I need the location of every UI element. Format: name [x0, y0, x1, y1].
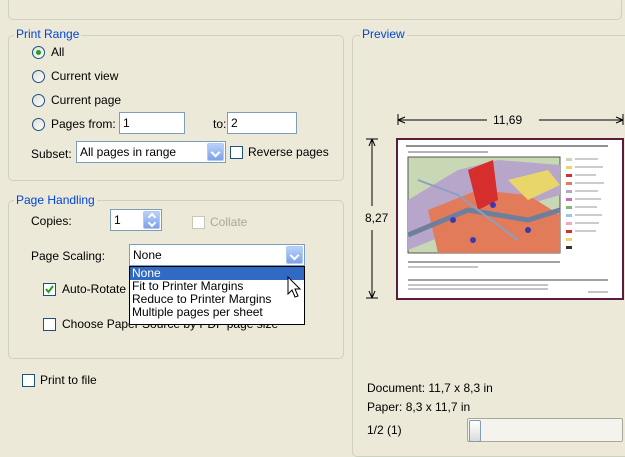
copies-value: 1	[114, 213, 121, 227]
preview-title: Preview	[360, 27, 407, 41]
page-scaling-select[interactable]: None	[129, 244, 305, 266]
radio-all-label[interactable]: All	[51, 45, 64, 59]
radio-current-page-label[interactable]: Current page	[51, 93, 121, 107]
collate-checkbox[interactable]	[192, 216, 205, 229]
copies-spinner[interactable]	[143, 211, 160, 229]
subset-label: Subset:	[31, 147, 72, 161]
print-range-title: Print Range	[14, 27, 82, 41]
subset-dropdown-button[interactable]	[207, 143, 224, 161]
page-scaling-dropdown-button[interactable]	[286, 246, 303, 264]
choose-paper-checkbox[interactable]	[43, 318, 56, 331]
radio-current-page[interactable]	[32, 94, 45, 107]
radio-all[interactable]	[32, 46, 45, 59]
radio-pages[interactable]	[32, 118, 45, 131]
pages-from-input[interactable]: 1	[119, 112, 185, 134]
page-scaling-dropdown-list[interactable]: None Fit to Printer Margins Reduce to Pr…	[129, 266, 305, 325]
document-size-text: Document: 11,7 x 8,3 in	[367, 381, 493, 395]
collate-label: Collate	[210, 215, 248, 229]
map-thumbnail-image	[406, 145, 608, 293]
scaling-option[interactable]: Multiple pages per sheet	[130, 306, 304, 319]
radio-pages-label[interactable]: Pages from:	[51, 117, 116, 131]
upper-group-border	[8, 0, 622, 20]
pages-to-input[interactable]: 2	[227, 112, 297, 134]
radio-current-view[interactable]	[32, 70, 45, 83]
page-preview	[396, 138, 624, 300]
print-to-file-checkbox[interactable]	[22, 374, 35, 387]
page-slider-track[interactable]	[467, 418, 623, 442]
print-to-file-label[interactable]: Print to file	[40, 373, 97, 387]
auto-rotate-label[interactable]: Auto-Rotate	[62, 282, 126, 296]
width-dimension-label: 11,69	[493, 113, 523, 127]
mouse-cursor-icon	[287, 276, 302, 298]
pages-to-label: to:	[213, 117, 227, 131]
page-indicator-text: 1/2 (1)	[367, 423, 402, 437]
subset-value: All pages in range	[80, 145, 177, 159]
paper-size-text: Paper: 8,3 x 11,7 in	[367, 400, 471, 414]
radio-current-view-label[interactable]: Current view	[51, 69, 118, 83]
page-handling-title: Page Handling	[14, 193, 97, 207]
reverse-pages-checkbox[interactable]	[230, 146, 243, 159]
auto-rotate-checkbox[interactable]	[43, 283, 56, 296]
checkmark-icon	[45, 285, 54, 294]
page-scaling-label: Page Scaling:	[31, 249, 106, 263]
height-dimension-label: 8,27	[365, 211, 389, 225]
page-scaling-value: None	[133, 248, 162, 262]
subset-select[interactable]: All pages in range	[76, 141, 226, 163]
reverse-pages-label[interactable]: Reverse pages	[248, 145, 329, 159]
copies-label: Copies:	[31, 214, 72, 228]
